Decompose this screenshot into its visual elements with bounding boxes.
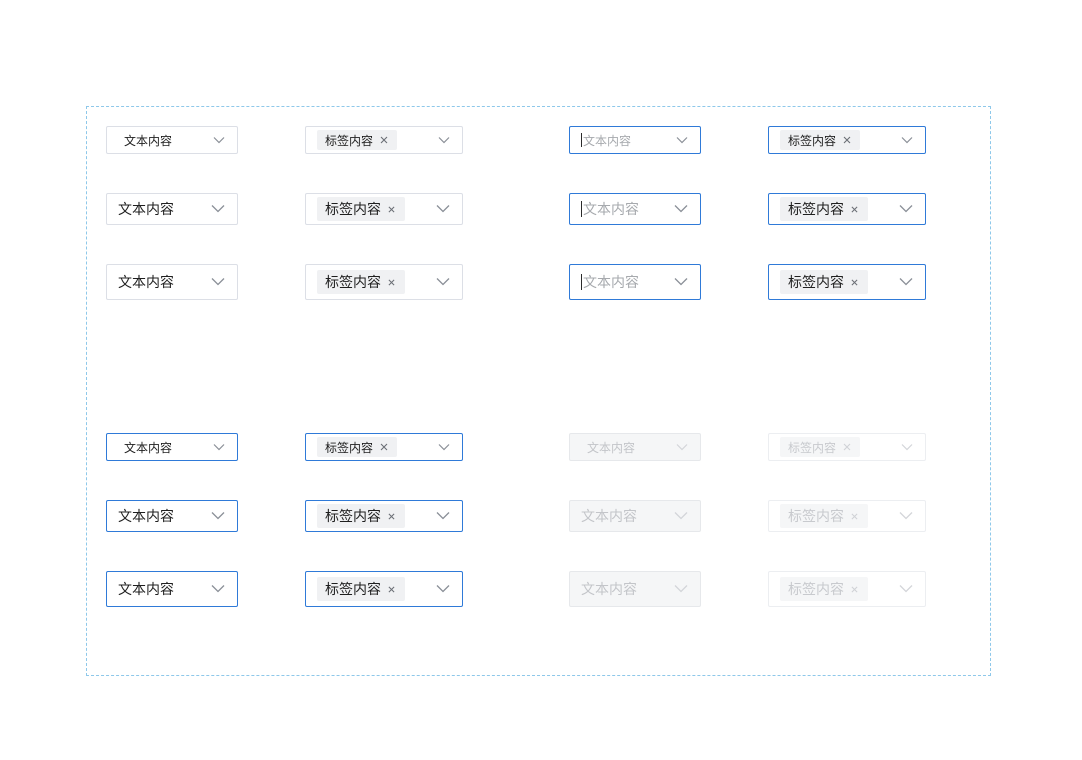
select-text-medium-default[interactable]: 文本内容 bbox=[106, 193, 238, 225]
close-icon[interactable] bbox=[380, 136, 388, 144]
select-value: 文本内容 bbox=[581, 582, 637, 598]
tag-label: 标签内容 bbox=[325, 275, 381, 291]
close-icon[interactable] bbox=[851, 206, 858, 213]
close-icon[interactable] bbox=[851, 279, 858, 286]
chevron-down-icon bbox=[211, 512, 225, 520]
chevron-down-icon bbox=[899, 585, 913, 593]
tag-chip: 标签内容 bbox=[317, 437, 398, 457]
select-value: 文本内容 bbox=[581, 509, 637, 525]
tag-label: 标签内容 bbox=[325, 202, 381, 218]
tag-label: 标签内容 bbox=[788, 133, 837, 148]
tag-label: 标签内容 bbox=[788, 509, 844, 525]
close-icon[interactable] bbox=[388, 206, 395, 213]
chevron-down-icon bbox=[676, 444, 688, 451]
chevron-down-icon bbox=[901, 137, 913, 144]
tag-label: 标签内容 bbox=[325, 440, 374, 455]
tag-label: 标签内容 bbox=[788, 440, 837, 455]
chevron-down-icon bbox=[213, 444, 225, 451]
text-caret bbox=[581, 201, 582, 217]
select-tag-small-focused[interactable]: 标签内容 bbox=[768, 126, 926, 154]
select-value: 文本内容 bbox=[124, 440, 173, 455]
tag-chip: 标签内容 bbox=[317, 197, 405, 221]
close-icon[interactable] bbox=[388, 586, 395, 593]
select-value: 文本内容 bbox=[118, 275, 174, 291]
select-text-medium-disabled: 文本内容 bbox=[569, 500, 701, 532]
tag-label: 标签内容 bbox=[325, 509, 381, 525]
select-value: 文本内容 bbox=[118, 582, 174, 598]
select-text-large-default[interactable]: 文本内容 bbox=[106, 264, 238, 300]
chevron-down-icon bbox=[676, 137, 688, 144]
tag-chip: 标签内容 bbox=[780, 197, 868, 221]
text-caret bbox=[581, 274, 582, 290]
chevron-down-icon bbox=[674, 585, 688, 593]
chevron-down-icon bbox=[211, 205, 225, 213]
close-icon bbox=[843, 443, 851, 451]
tag-label: 标签内容 bbox=[788, 202, 844, 218]
select-text-medium-hover[interactable]: 文本内容 bbox=[106, 500, 238, 532]
tag-label: 标签内容 bbox=[788, 582, 844, 598]
tag-chip: 标签内容 bbox=[317, 130, 398, 150]
close-icon[interactable] bbox=[388, 513, 395, 520]
select-tag-small-disabled: 标签内容 bbox=[768, 433, 926, 461]
select-tag-medium-hover[interactable]: 标签内容 bbox=[305, 500, 463, 532]
chevron-down-icon bbox=[438, 137, 450, 144]
chevron-down-icon bbox=[901, 444, 913, 451]
select-text-medium-typing[interactable]: 文本内容 bbox=[569, 193, 701, 225]
select-placeholder: 文本内容 bbox=[583, 202, 639, 218]
select-text-small-typing[interactable]: 文本内容 bbox=[569, 126, 701, 154]
select-text-large-typing[interactable]: 文本内容 bbox=[569, 264, 701, 300]
tag-chip: 标签内容 bbox=[780, 130, 861, 150]
select-value: 文本内容 bbox=[124, 133, 173, 148]
select-placeholder: 文本内容 bbox=[583, 275, 639, 291]
tag-chip: 标签内容 bbox=[317, 577, 405, 601]
select-tag-large-focused[interactable]: 标签内容 bbox=[768, 264, 926, 300]
tag-label: 标签内容 bbox=[325, 133, 374, 148]
tag-label: 标签内容 bbox=[788, 275, 844, 291]
select-value: 文本内容 bbox=[587, 440, 636, 455]
chevron-down-icon bbox=[674, 512, 688, 520]
select-text-large-disabled: 文本内容 bbox=[569, 571, 701, 607]
select-tag-large-default[interactable]: 标签内容 bbox=[305, 264, 463, 300]
select-tag-small-hover[interactable]: 标签内容 bbox=[305, 433, 463, 461]
tag-chip: 标签内容 bbox=[780, 437, 861, 457]
select-text-large-hover[interactable]: 文本内容 bbox=[106, 571, 238, 607]
select-tag-large-hover[interactable]: 标签内容 bbox=[305, 571, 463, 607]
close-icon[interactable] bbox=[843, 136, 851, 144]
chevron-down-icon bbox=[436, 585, 450, 593]
select-tag-small-default[interactable]: 标签内容 bbox=[305, 126, 463, 154]
chevron-down-icon bbox=[213, 137, 225, 144]
select-value: 文本内容 bbox=[118, 509, 174, 525]
chevron-down-icon bbox=[436, 205, 450, 213]
select-text-small-hover[interactable]: 文本内容 bbox=[106, 433, 238, 461]
select-text-small-disabled: 文本内容 bbox=[569, 433, 701, 461]
close-icon bbox=[851, 586, 858, 593]
chevron-down-icon bbox=[899, 512, 913, 520]
close-icon bbox=[851, 513, 858, 520]
tag-label: 标签内容 bbox=[325, 582, 381, 598]
select-tag-large-disabled: 标签内容 bbox=[768, 571, 926, 607]
tag-chip: 标签内容 bbox=[317, 504, 405, 528]
close-icon[interactable] bbox=[380, 443, 388, 451]
select-placeholder: 文本内容 bbox=[583, 133, 632, 148]
select-tag-medium-focused[interactable]: 标签内容 bbox=[768, 193, 926, 225]
text-caret bbox=[581, 133, 582, 147]
close-icon[interactable] bbox=[388, 279, 395, 286]
chevron-down-icon bbox=[674, 205, 688, 213]
select-tag-medium-disabled: 标签内容 bbox=[768, 500, 926, 532]
chevron-down-icon bbox=[674, 278, 688, 286]
tag-chip: 标签内容 bbox=[317, 270, 405, 294]
chevron-down-icon bbox=[899, 278, 913, 286]
chevron-down-icon bbox=[211, 278, 225, 286]
tag-chip: 标签内容 bbox=[780, 270, 868, 294]
chevron-down-icon bbox=[438, 444, 450, 451]
tag-chip: 标签内容 bbox=[780, 504, 868, 528]
chevron-down-icon bbox=[211, 585, 225, 593]
tag-chip: 标签内容 bbox=[780, 577, 868, 601]
chevron-down-icon bbox=[436, 278, 450, 286]
select-value: 文本内容 bbox=[118, 202, 174, 218]
chevron-down-icon bbox=[436, 512, 450, 520]
select-text-small-default[interactable]: 文本内容 bbox=[106, 126, 238, 154]
chevron-down-icon bbox=[899, 205, 913, 213]
select-tag-medium-default[interactable]: 标签内容 bbox=[305, 193, 463, 225]
